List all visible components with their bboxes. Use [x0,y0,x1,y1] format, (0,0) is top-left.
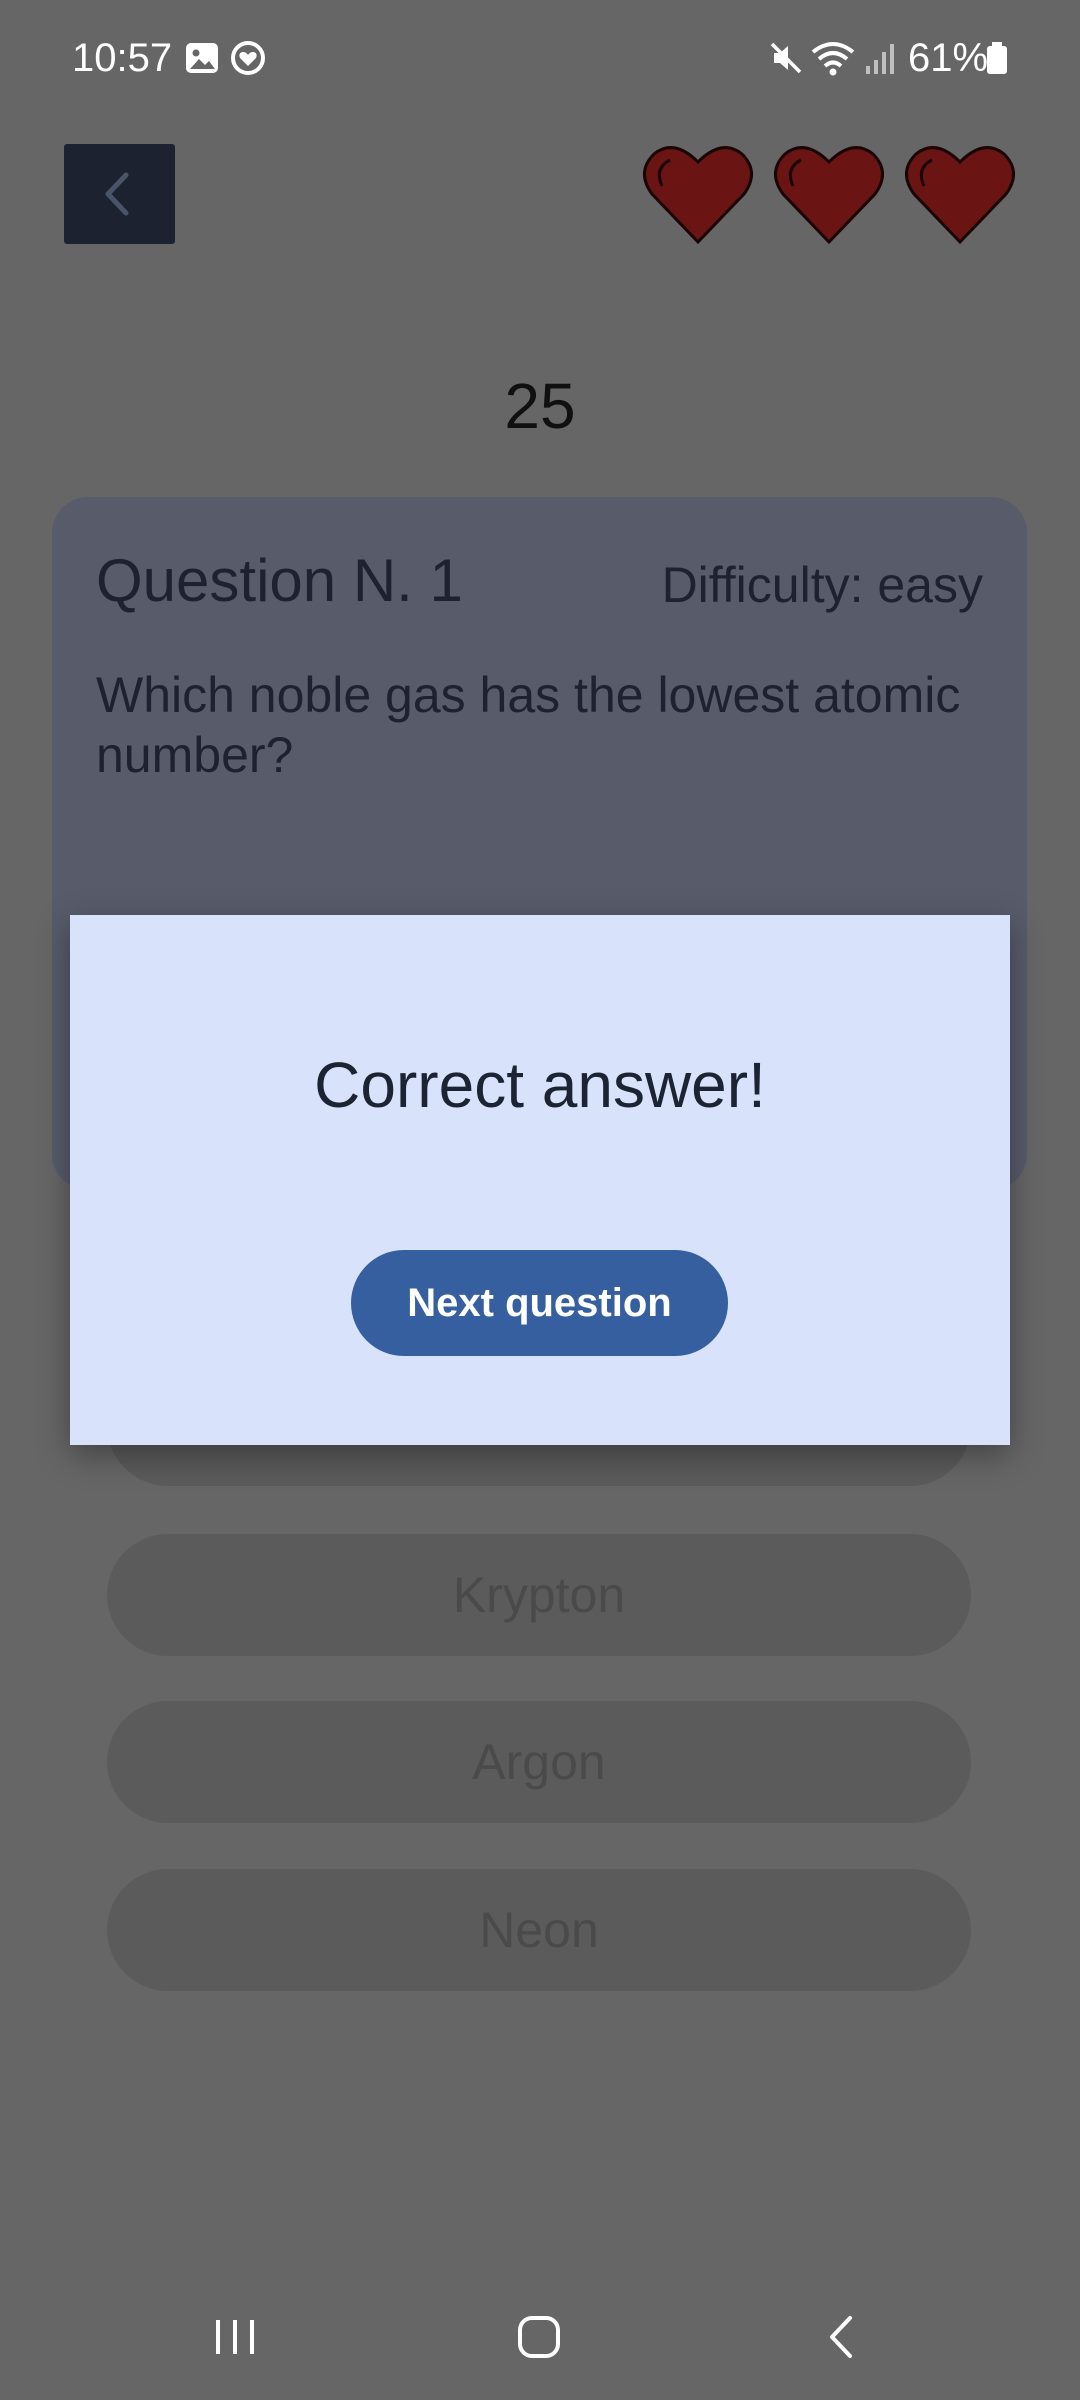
result-dialog: Correct answer! Next question [70,915,1010,1445]
status-bar: 10:57 61% [0,0,1080,120]
heart-icon [773,142,885,246]
signal-icon [862,38,898,78]
question-number: Question N. 1 [96,547,463,614]
battery-icon [984,38,1010,78]
next-question-button[interactable]: Next question [351,1250,728,1356]
back-icon[interactable] [816,2312,866,2362]
mute-icon [766,38,806,78]
question-text: Which noble gas has the lowest atomic nu… [96,667,961,783]
battery-percentage: 61% [908,36,989,80]
home-icon[interactable] [514,2312,564,2362]
answer-button[interactable]: Argon [107,1701,971,1823]
dialog-title: Correct answer! [314,1049,766,1121]
answer-button[interactable]: Krypton [107,1534,971,1656]
wifi-icon [810,38,856,78]
timer: 25 [504,370,576,442]
navigation-bar [0,2268,1080,2400]
chevron-left-icon [94,169,144,219]
status-time: 10:57 [72,36,173,80]
recent-apps-icon[interactable] [210,2312,260,2362]
back-button[interactable] [64,144,175,244]
answer-button[interactable]: Neon [107,1869,971,1991]
heart-icon [904,142,1016,246]
gallery-icon [182,38,222,78]
difficulty-label: Difficulty: easy [661,557,983,613]
health-icon [228,38,268,78]
heart-icon [642,142,754,246]
